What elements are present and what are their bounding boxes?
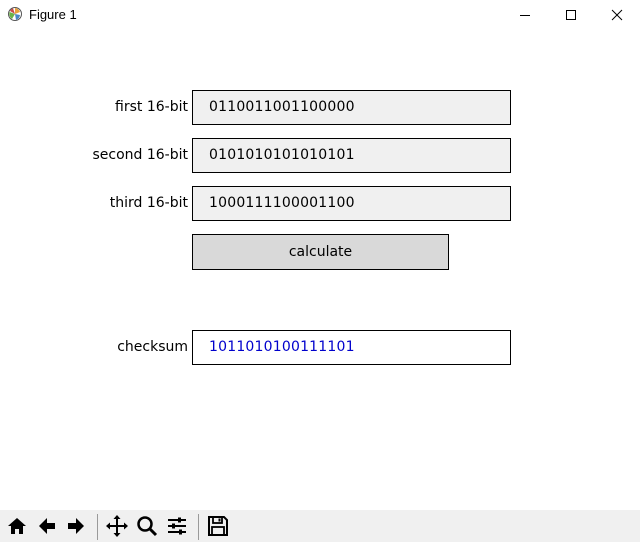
close-button[interactable] <box>594 0 640 30</box>
toolbar-separator <box>97 514 98 540</box>
maximize-button[interactable] <box>548 0 594 30</box>
toolbar-separator <box>198 514 199 540</box>
home-button[interactable] <box>3 512 31 540</box>
save-button[interactable] <box>204 512 232 540</box>
second-16-bit-input[interactable]: 0101010101010101 <box>192 138 511 173</box>
checksum-label: checksum <box>117 339 188 355</box>
pan-button[interactable] <box>103 512 131 540</box>
back-arrow-icon <box>39 518 55 534</box>
matplotlib-logo-icon <box>7 6 23 22</box>
third-16-bit-input[interactable]: 1000111100001100 <box>192 186 511 221</box>
zoom-icon <box>137 516 158 537</box>
minimize-button[interactable] <box>502 0 548 30</box>
checksum-value: 1011010100111101 <box>209 339 355 355</box>
forward-button[interactable] <box>62 512 90 540</box>
home-icon <box>8 518 26 534</box>
checksum-output[interactable]: 1011010100111101 <box>192 330 511 365</box>
pan-icon <box>106 515 128 537</box>
maximize-icon <box>566 10 576 20</box>
forward-arrow-icon <box>68 518 84 534</box>
title-bar: Figure 1 <box>0 0 640 30</box>
figure-window: Figure 1 first 16-bit 0110011001100000 s… <box>0 0 640 542</box>
second-16-bit-label: second 16-bit <box>92 147 188 163</box>
second-16-bit-value: 0101010101010101 <box>209 147 355 163</box>
third-16-bit-label: third 16-bit <box>109 195 188 211</box>
first-16-bit-value: 0110011001100000 <box>209 99 355 115</box>
zoom-button[interactable] <box>133 512 161 540</box>
configure-subplots-button[interactable] <box>163 512 191 540</box>
window-title: Figure 1 <box>29 7 77 22</box>
navigation-toolbar <box>0 510 640 542</box>
first-16-bit-input[interactable]: 0110011001100000 <box>192 90 511 125</box>
minimize-icon <box>520 15 530 16</box>
third-16-bit-value: 1000111100001100 <box>209 195 355 211</box>
close-icon <box>611 9 623 21</box>
calculate-button[interactable]: calculate <box>192 234 449 270</box>
first-16-bit-label: first 16-bit <box>115 99 188 115</box>
configure-subplots-icon <box>168 517 186 535</box>
back-button[interactable] <box>33 512 61 540</box>
save-icon <box>208 516 228 536</box>
